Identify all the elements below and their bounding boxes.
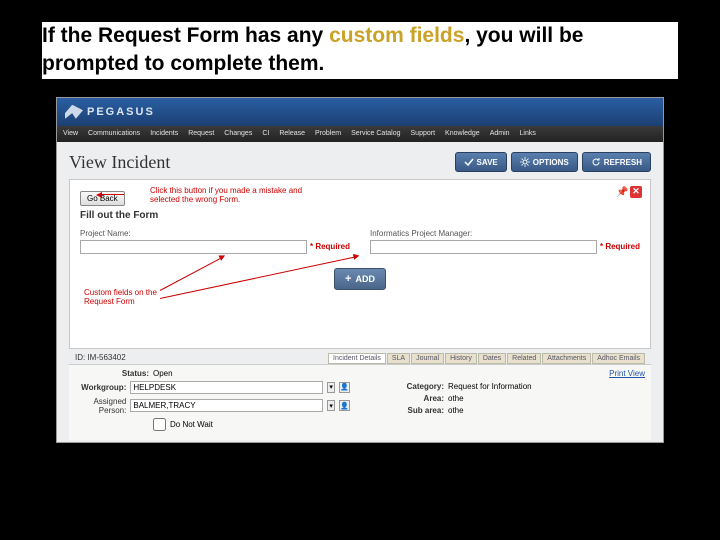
tab-adhoc-emails[interactable]: Adhoc Emails: [592, 353, 645, 364]
area-value: othe: [448, 394, 645, 403]
slide-caption: If the Request Form has any custom field…: [0, 0, 720, 87]
refresh-icon: [591, 157, 601, 167]
category-label: Category:: [370, 382, 444, 391]
tab-incident-details[interactable]: Incident Details: [328, 353, 386, 364]
app-topbar: PEGASUS: [57, 98, 663, 126]
menu-request[interactable]: Request: [188, 130, 214, 137]
add-button[interactable]: + ADD: [334, 268, 386, 290]
add-label: ADD: [355, 274, 375, 284]
caption-part1: If the Request Form has any: [42, 24, 329, 47]
menu-support[interactable]: Support: [411, 130, 436, 137]
caption-highlight: custom fields: [329, 24, 464, 47]
ipm-required: * Required: [600, 242, 640, 251]
arrow-goback-icon: [100, 194, 124, 195]
status-label: Status:: [75, 369, 149, 378]
menu-view[interactable]: View: [63, 130, 78, 137]
print-view-link[interactable]: Print View: [370, 369, 645, 378]
page-header: View Incident SAVE OPTIONS REFRESH: [69, 152, 651, 173]
menu-problem[interactable]: Problem: [315, 130, 341, 137]
category-value: Request for Information: [448, 382, 645, 391]
ipm-label: Informatics Project Manager:: [370, 229, 640, 238]
pin-icon[interactable]: 📌: [616, 187, 626, 197]
status-value: Open: [153, 369, 350, 378]
action-buttons: SAVE OPTIONS REFRESH: [455, 152, 651, 172]
menu-service-catalog[interactable]: Service Catalog: [351, 130, 400, 137]
save-label: SAVE: [477, 158, 498, 167]
page-body: View Incident SAVE OPTIONS REFRESH: [57, 142, 663, 442]
menu-admin[interactable]: Admin: [490, 130, 510, 137]
section-title: Fill out the Form: [80, 210, 640, 221]
detail-tabs: Incident Details SLA Journal History Dat…: [328, 353, 645, 364]
menu-incidents[interactable]: Incidents: [150, 130, 178, 137]
menu-ci[interactable]: CI: [262, 130, 269, 137]
do-not-wait-label: Do Not Wait: [170, 420, 213, 429]
menu-release[interactable]: Release: [279, 130, 305, 137]
main-menubar: View Communications Incidents Request Ch…: [57, 126, 663, 142]
project-name-input[interactable]: [80, 240, 307, 254]
app-window: PEGASUS View Communications Incidents Re…: [56, 97, 664, 443]
tab-journal[interactable]: Journal: [411, 353, 444, 364]
gear-icon: [520, 157, 530, 167]
panel-controls: 📌 ✕: [616, 186, 642, 198]
page-title: View Incident: [69, 152, 170, 173]
tab-dates[interactable]: Dates: [478, 353, 506, 364]
pegasus-wing-icon: [65, 105, 83, 119]
tab-related[interactable]: Related: [507, 353, 541, 364]
details-panel: Status: Open Workgroup: ▾ 👤 Assigned Per…: [69, 364, 651, 440]
ipm-input[interactable]: [370, 240, 597, 254]
field-ipm: Informatics Project Manager: * Required: [370, 229, 640, 254]
assigned-search-icon[interactable]: 👤: [339, 400, 350, 411]
tab-attachments[interactable]: Attachments: [542, 353, 591, 364]
refresh-label: REFRESH: [604, 158, 642, 167]
menu-links[interactable]: Links: [520, 130, 536, 137]
subarea-value: othe: [448, 406, 645, 415]
tab-sla[interactable]: SLA: [387, 353, 410, 364]
app-logo-text: PEGASUS: [87, 106, 155, 118]
workgroup-label: Workgroup:: [75, 383, 126, 392]
id-tabs-row: ID: IM-563402 Incident Details SLA Journ…: [69, 349, 651, 364]
workgroup-search-icon[interactable]: 👤: [339, 382, 350, 393]
details-right-col: Print View Category: Request for Informa…: [370, 369, 645, 434]
details-left-col: Status: Open Workgroup: ▾ 👤 Assigned Per…: [75, 369, 350, 434]
incident-id: ID: IM-563402: [75, 349, 126, 364]
subarea-label: Sub area:: [370, 406, 444, 415]
plus-icon: +: [345, 273, 351, 285]
menu-changes[interactable]: Changes: [224, 130, 252, 137]
annotation-custom-fields: Custom fields on the Request Form: [84, 288, 184, 307]
assigned-label: Assigned Person:: [75, 397, 126, 415]
go-back-button[interactable]: Go Back: [80, 191, 125, 206]
project-name-required: * Required: [310, 242, 350, 251]
form-row: Project Name: * Required Informatics Pro…: [80, 229, 640, 254]
options-label: OPTIONS: [533, 158, 569, 167]
menu-knowledge[interactable]: Knowledge: [445, 130, 480, 137]
assigned-input[interactable]: [130, 399, 323, 412]
workgroup-dropdown-icon[interactable]: ▾: [327, 382, 335, 393]
assigned-dropdown-icon[interactable]: ▾: [327, 400, 335, 411]
workgroup-input[interactable]: [130, 381, 323, 394]
project-name-label: Project Name:: [80, 229, 350, 238]
field-project-name: Project Name: * Required: [80, 229, 350, 254]
do-not-wait-checkbox[interactable]: [153, 418, 166, 431]
area-label: Area:: [370, 394, 444, 403]
options-button[interactable]: OPTIONS: [511, 152, 578, 172]
form-panel: 📌 ✕ Go Back Click this button if you mad…: [69, 179, 651, 349]
slide: If the Request Form has any custom field…: [0, 0, 720, 540]
tab-history[interactable]: History: [445, 353, 477, 364]
close-icon[interactable]: ✕: [630, 186, 642, 198]
refresh-button[interactable]: REFRESH: [582, 152, 651, 172]
menu-communications[interactable]: Communications: [88, 130, 140, 137]
annotation-goback: Click this button if you made a mistake …: [150, 186, 310, 205]
check-icon: [464, 157, 474, 167]
save-button[interactable]: SAVE: [455, 152, 507, 172]
